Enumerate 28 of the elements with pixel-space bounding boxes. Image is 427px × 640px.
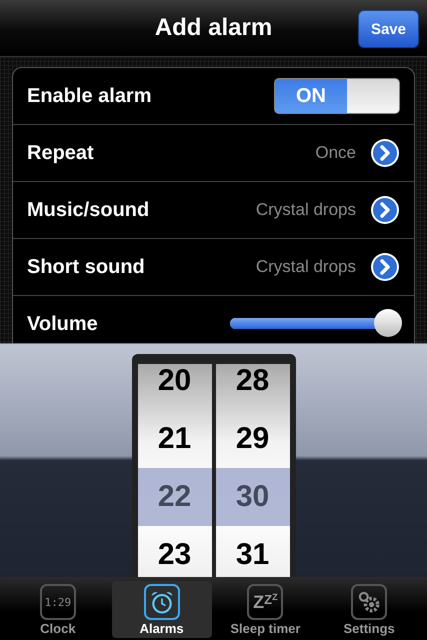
picker-value[interactable]: 22 <box>138 468 212 526</box>
picker-value[interactable]: 31 <box>216 526 290 577</box>
chevron-icon[interactable] <box>370 138 400 168</box>
setting-value: Crystal drops <box>256 257 356 277</box>
chevron-icon[interactable] <box>370 195 400 225</box>
alarm-clock-icon <box>148 589 175 615</box>
picker-value[interactable]: 21 <box>138 410 212 468</box>
picker-value[interactable]: 23 <box>138 526 212 577</box>
picker-value[interactable]: 29 <box>216 410 290 468</box>
setting-value: Once <box>315 143 356 163</box>
save-button[interactable]: Save <box>358 10 419 48</box>
setting-value: Crystal drops <box>256 200 356 220</box>
clock-icon: 1:29 <box>44 596 72 608</box>
tab[interactable]: Settings <box>319 581 420 638</box>
screen-title: Add alarm <box>154 14 272 42</box>
picker-value[interactable]: 28 <box>216 352 290 410</box>
setting-label: Enable alarm <box>27 84 153 108</box>
tab[interactable]: Alarms <box>112 581 212 638</box>
volume-slider[interactable] <box>230 309 400 339</box>
setting-label: Short sound <box>27 256 146 278</box>
setting-label: Repeat <box>27 142 95 164</box>
chevron-icon[interactable] <box>370 252 400 282</box>
setting-label: Volume <box>27 312 99 336</box>
setting-label: Music/sound <box>27 198 150 222</box>
picker-value[interactable]: 30 <box>216 468 290 526</box>
tab[interactable]: 1:29 Clock <box>8 581 108 638</box>
picker-value[interactable]: 20 <box>138 352 212 410</box>
gears-icon <box>356 589 382 615</box>
